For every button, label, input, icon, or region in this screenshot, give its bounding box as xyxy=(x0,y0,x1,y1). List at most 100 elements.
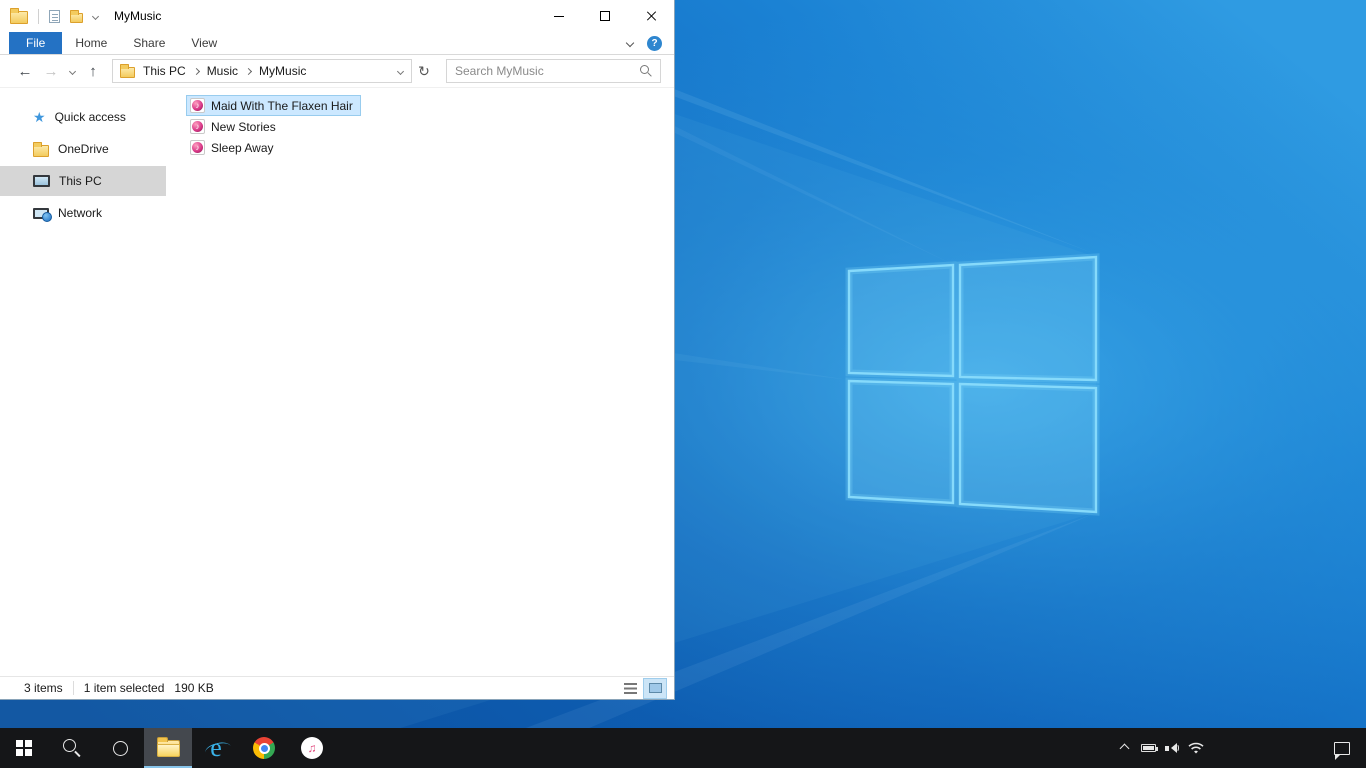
taskbar-internet-explorer-button[interactable]: e xyxy=(192,728,240,768)
this-pc-icon xyxy=(33,175,50,187)
start-button[interactable] xyxy=(0,728,48,768)
qat-new-folder-icon[interactable] xyxy=(70,9,83,23)
qat-customize-chevron-icon[interactable] xyxy=(91,12,100,20)
address-folder-icon xyxy=(120,63,135,78)
window-body: ★ Quick access OneDrive This PC Network … xyxy=(0,88,674,676)
taskbar: e ♫ xyxy=(0,728,1366,768)
maximize-icon xyxy=(600,11,610,21)
recent-locations-button[interactable] xyxy=(64,67,80,75)
large-icons-view-icon xyxy=(648,683,662,693)
taskbar-file-explorer-button[interactable] xyxy=(144,728,192,768)
status-item-count: 3 items xyxy=(24,681,63,695)
battery-button[interactable] xyxy=(1136,728,1160,768)
explorer-app-icon xyxy=(10,8,28,24)
network-button[interactable] xyxy=(1184,728,1208,768)
sidebar-item-network[interactable]: Network xyxy=(0,198,166,228)
battery-icon xyxy=(1140,744,1158,752)
action-center-button[interactable] xyxy=(1318,728,1366,768)
music-note-glyph: ♪ xyxy=(195,142,200,152)
tab-file[interactable]: File xyxy=(9,32,63,54)
breadcrumb-chevron-icon[interactable] xyxy=(192,67,200,75)
forward-button[interactable]: → xyxy=(38,64,64,79)
quick-access-toolbar: MyMusic xyxy=(0,8,161,24)
action-center-icon xyxy=(1334,741,1350,760)
maximize-button[interactable] xyxy=(582,0,628,32)
breadcrumb-chevron-icon[interactable] xyxy=(244,67,253,75)
system-tray xyxy=(1112,728,1208,768)
minimize-icon xyxy=(554,15,564,17)
taskbar-itunes-button[interactable]: ♫ xyxy=(288,728,336,768)
wifi-icon xyxy=(1188,742,1204,753)
help-glyph: ? xyxy=(651,37,658,49)
file-item-sleep-away[interactable]: ♪ Sleep Away xyxy=(186,137,282,158)
itunes-icon: ♫ xyxy=(301,737,323,759)
window-controls xyxy=(536,0,674,32)
status-selection-size: 190 KB xyxy=(174,681,214,695)
quick-access-star-icon: ★ xyxy=(33,109,46,125)
chevron-down-icon xyxy=(68,67,76,75)
music-note-glyph: ♪ xyxy=(195,100,200,110)
back-button[interactable]: ← xyxy=(12,64,38,79)
help-icon[interactable]: ? xyxy=(647,35,662,51)
tab-share[interactable]: Share xyxy=(120,32,178,54)
search-icon[interactable] xyxy=(640,65,652,77)
file-explorer-window: MyMusic File Home Share View ? ← → ↑ Thi… xyxy=(0,0,675,700)
address-dropdown-icon[interactable] xyxy=(396,67,405,75)
sidebar-item-label: This PC xyxy=(59,174,102,188)
music-file-icon: ♪ xyxy=(190,140,205,155)
status-divider xyxy=(72,681,74,695)
cortana-button[interactable] xyxy=(96,728,144,768)
breadcrumb-music[interactable]: Music xyxy=(207,64,238,78)
file-name: Sleep Away xyxy=(211,140,274,155)
search-box[interactable] xyxy=(446,59,661,83)
music-note-glyph: ♪ xyxy=(195,121,200,131)
sidebar-item-label: Quick access xyxy=(54,110,126,124)
details-view-button[interactable] xyxy=(619,679,641,698)
sidebar-item-this-pc[interactable]: This PC xyxy=(0,166,166,196)
close-button[interactable] xyxy=(628,0,674,32)
file-item-maid-with-the-flaxen-hair[interactable]: ♪ Maid With The Flaxen Hair xyxy=(186,95,361,116)
file-explorer-icon xyxy=(156,736,180,757)
titlebar[interactable]: MyMusic xyxy=(0,0,674,32)
file-name: New Stories xyxy=(211,119,276,134)
qat-properties-icon[interactable] xyxy=(49,9,60,23)
sidebar-item-quick-access[interactable]: ★ Quick access xyxy=(0,102,166,132)
up-button[interactable]: ↑ xyxy=(80,64,106,79)
network-icon xyxy=(33,207,52,222)
details-view-icon xyxy=(623,682,637,694)
tab-view-label: View xyxy=(191,36,218,50)
tab-view[interactable]: View xyxy=(178,32,230,54)
chevron-up-icon xyxy=(1119,743,1129,753)
tab-home[interactable]: Home xyxy=(62,32,120,54)
window-title: MyMusic xyxy=(114,9,162,23)
file-item-new-stories[interactable]: ♪ New Stories xyxy=(186,116,284,137)
sidebar-item-label: Network xyxy=(58,206,103,220)
refresh-button[interactable]: ↻ xyxy=(412,64,436,78)
breadcrumb-mymusic[interactable]: MyMusic xyxy=(259,64,306,78)
minimize-button[interactable] xyxy=(536,0,582,32)
search-input[interactable] xyxy=(455,64,640,78)
file-list: ♪ Maid With The Flaxen Hair ♪ New Storie… xyxy=(166,88,674,676)
tab-home-label: Home xyxy=(75,36,108,50)
cortana-icon xyxy=(112,740,128,756)
ribbon-tab-bar: File Home Share View ? xyxy=(0,32,674,55)
large-icons-view-button[interactable] xyxy=(643,677,667,699)
search-icon xyxy=(63,739,81,757)
show-hidden-icons-button[interactable] xyxy=(1112,728,1136,768)
sidebar-item-onedrive[interactable]: OneDrive xyxy=(0,134,166,164)
ribbon-right-controls: ? xyxy=(625,32,674,54)
music-file-icon: ♪ xyxy=(190,119,205,134)
taskbar-search-button[interactable] xyxy=(48,728,96,768)
address-bar[interactable]: This PC Music MyMusic xyxy=(112,59,412,83)
ribbon-expand-chevron-icon[interactable] xyxy=(625,38,635,48)
music-file-icon: ♪ xyxy=(190,98,205,113)
speaker-icon xyxy=(1164,742,1180,755)
volume-button[interactable] xyxy=(1160,728,1184,768)
music-notes-glyph: ♫ xyxy=(307,741,317,755)
taskbar-chrome-button[interactable] xyxy=(240,728,288,768)
close-icon xyxy=(645,10,657,22)
navigation-pane: ★ Quick access OneDrive This PC Network xyxy=(0,88,166,676)
status-selection: 1 item selected xyxy=(83,681,165,695)
onedrive-icon xyxy=(33,141,49,157)
breadcrumb-this-pc[interactable]: This PC xyxy=(143,64,186,78)
